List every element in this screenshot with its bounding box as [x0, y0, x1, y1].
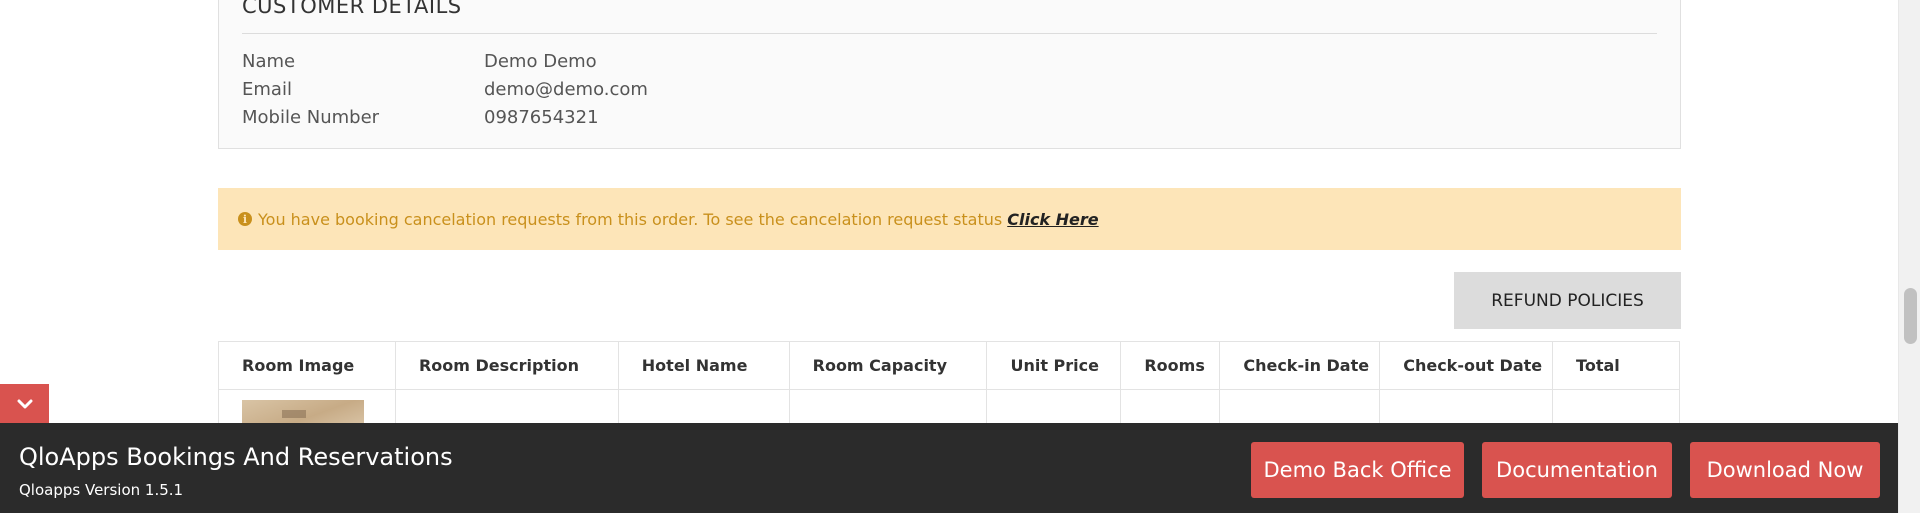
page-scrollbar[interactable] — [1898, 0, 1920, 513]
info-circle-icon: i — [238, 212, 252, 226]
scrollbar-thumb[interactable] — [1904, 288, 1917, 344]
detail-label: Mobile Number — [242, 107, 380, 128]
refund-policies-button[interactable]: REFUND POLICIES — [1454, 272, 1681, 329]
documentation-button[interactable]: Documentation — [1482, 442, 1672, 498]
customer-email-row: Email demo@demo.com — [242, 79, 648, 100]
customer-details-panel: CUSTOMER DETAILS Name Demo Demo Email de… — [218, 0, 1681, 149]
column-header: Check-out Date — [1379, 341, 1554, 390]
column-header: Room Description — [394, 341, 619, 390]
demo-info-bar: QloApps Bookings And Reservations Qloapp… — [0, 423, 1898, 513]
column-header: Hotel Name — [617, 341, 790, 390]
bar-title: QloApps Bookings And Reservations — [19, 443, 453, 471]
cancelation-status-link[interactable]: Click Here — [1007, 210, 1098, 229]
table-header-row: Room Image Room Description Hotel Name R… — [218, 341, 1680, 390]
column-header: Total — [1552, 341, 1680, 390]
column-header: Room Image — [218, 341, 396, 390]
version-label: Qloapps Version 1.5.1 — [19, 481, 184, 499]
detail-value: Demo Demo — [484, 51, 597, 72]
detail-label: Email — [242, 79, 292, 100]
cancelation-alert: i You have booking cancelation requests … — [218, 188, 1681, 250]
download-now-button[interactable]: Download Now — [1690, 442, 1880, 498]
column-header: Room Capacity — [788, 341, 988, 390]
detail-label: Name — [242, 51, 296, 72]
customer-mobile-row: Mobile Number 0987654321 — [242, 107, 599, 128]
column-header: Check-in Date — [1219, 341, 1381, 390]
chevron-down-icon — [17, 399, 32, 408]
demo-back-office-button[interactable]: Demo Back Office — [1251, 442, 1464, 498]
detail-value: demo@demo.com — [484, 79, 648, 100]
customer-details-divider — [242, 33, 1657, 34]
detail-value: 0987654321 — [484, 107, 599, 128]
customer-name-row: Name Demo Demo — [242, 51, 597, 72]
customer-details-title: CUSTOMER DETAILS — [242, 0, 462, 18]
column-header: Rooms — [1120, 341, 1221, 390]
collapse-bar-button[interactable] — [0, 384, 49, 423]
alert-message: You have booking cancelation requests fr… — [258, 209, 1003, 229]
column-header: Unit Price — [986, 341, 1122, 390]
